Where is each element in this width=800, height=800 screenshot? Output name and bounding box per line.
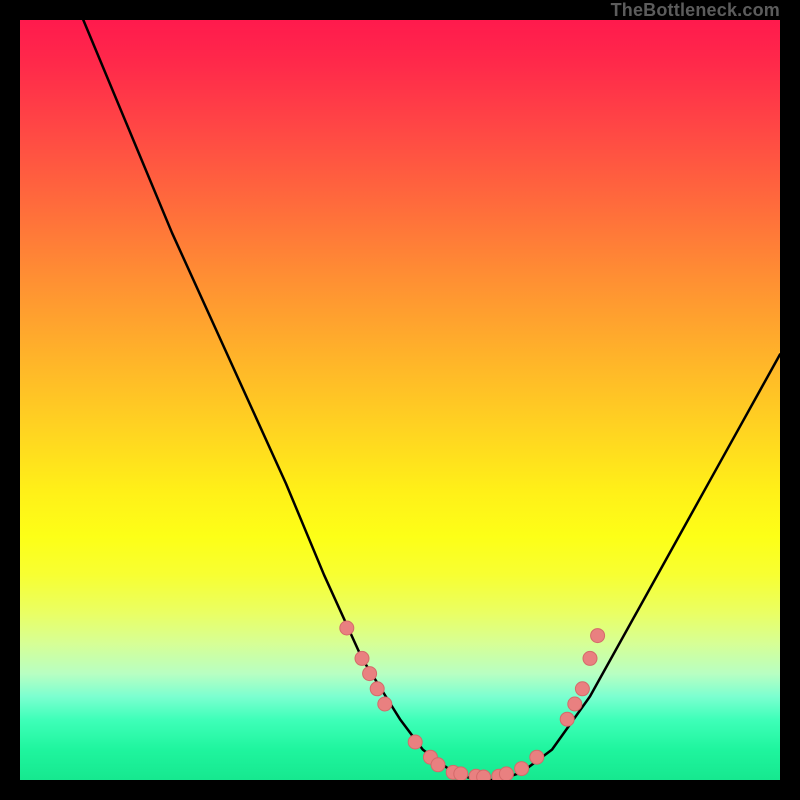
marker-dot <box>515 762 529 776</box>
marker-dot <box>591 629 605 643</box>
marker-dot <box>454 767 468 780</box>
marker-dot <box>408 735 422 749</box>
curve-markers <box>340 621 605 780</box>
marker-dot <box>363 667 377 681</box>
chart-frame: TheBottleneck.com <box>0 0 800 800</box>
watermark-text: TheBottleneck.com <box>611 0 780 21</box>
marker-dot <box>499 767 513 780</box>
marker-dot <box>340 621 354 635</box>
marker-dot <box>477 770 491 780</box>
bottleneck-curve <box>20 20 780 780</box>
marker-dot <box>575 682 589 696</box>
marker-dot <box>431 758 445 772</box>
marker-dot <box>378 697 392 711</box>
marker-dot <box>583 651 597 665</box>
marker-dot <box>530 750 544 764</box>
curve-layer <box>20 20 780 780</box>
plot-area <box>20 20 780 780</box>
marker-dot <box>560 712 574 726</box>
marker-dot <box>568 697 582 711</box>
marker-dot <box>355 651 369 665</box>
marker-dot <box>370 682 384 696</box>
